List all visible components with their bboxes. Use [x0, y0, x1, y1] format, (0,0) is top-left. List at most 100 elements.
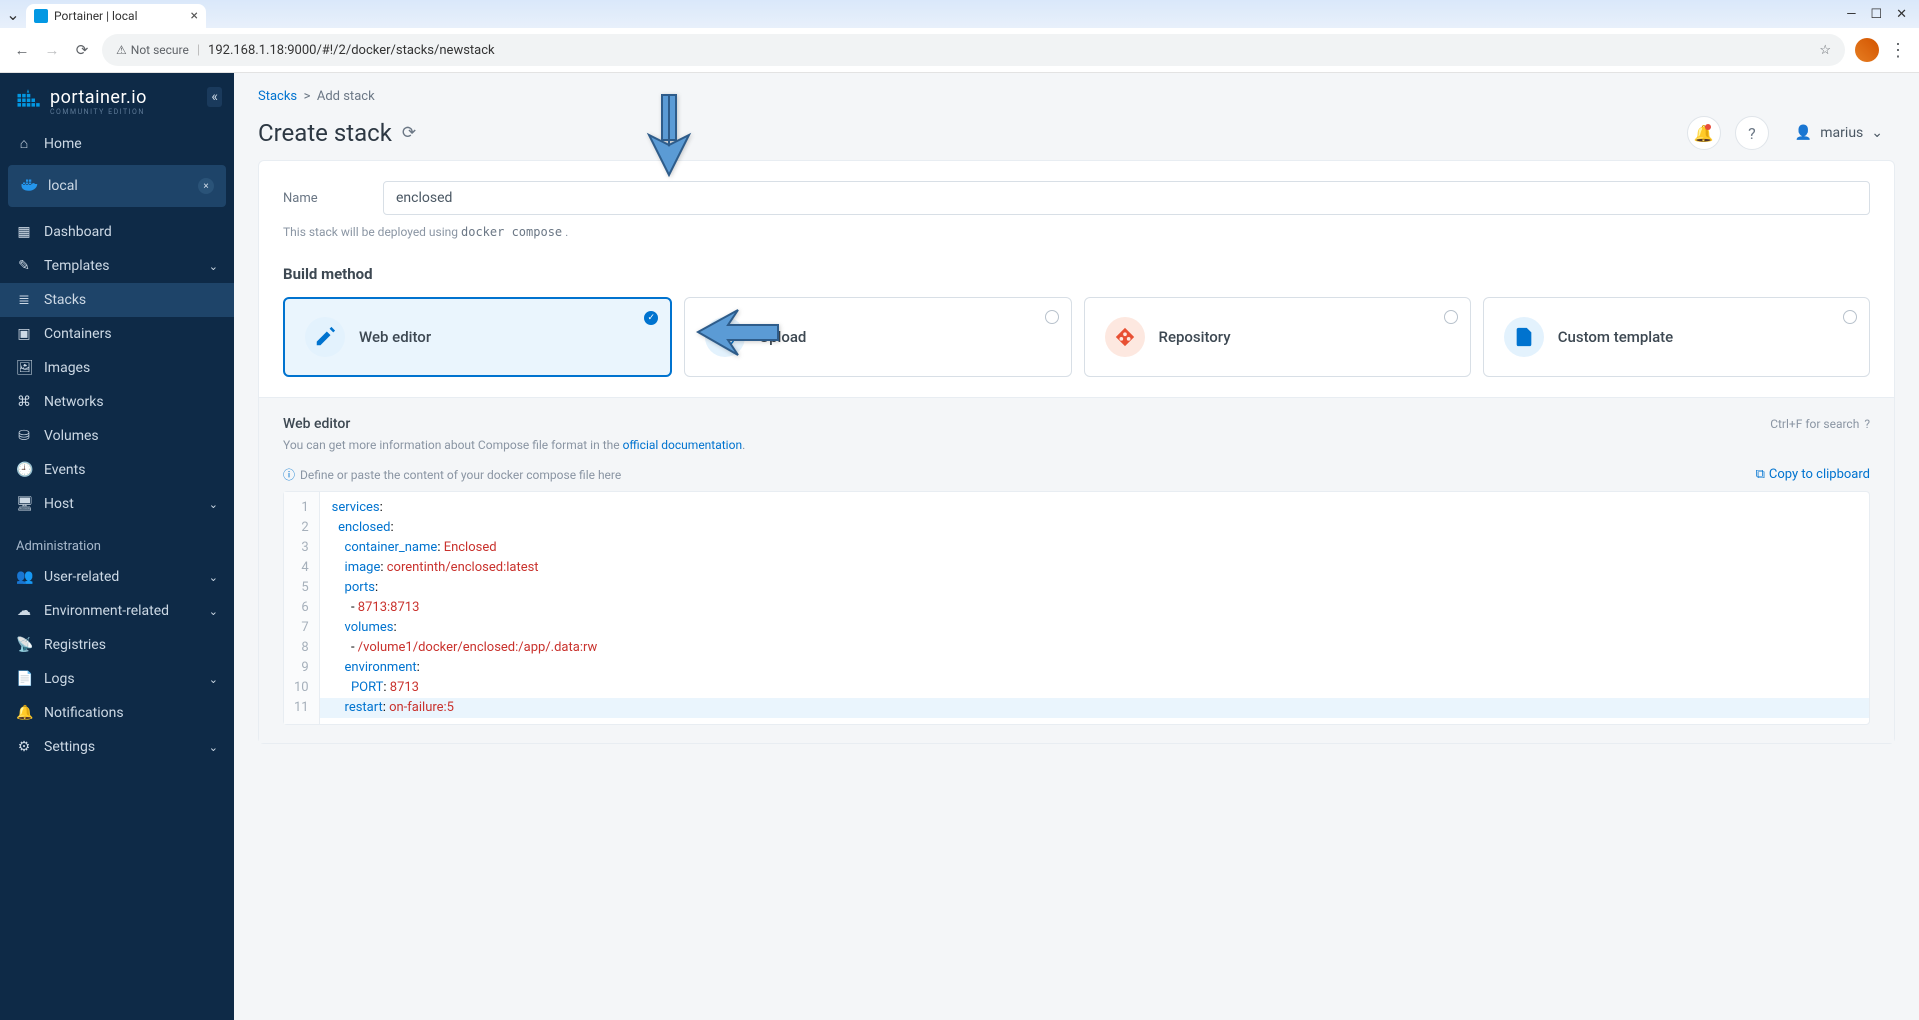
code-line: container_name: Enclosed	[332, 538, 1857, 558]
browser-tab[interactable]: Portainer | local ×	[26, 4, 206, 28]
code-line: - /volume1/docker/enclosed:/app/.data:rw	[332, 638, 1857, 658]
radio-icon: ✓	[644, 311, 658, 325]
sidebar-item-host[interactable]: 🖥Host⌄	[0, 487, 234, 521]
code-line: restart: on-failure:5	[320, 698, 1869, 718]
nav-icon: 🔔	[16, 705, 32, 721]
sidebar-item-notifications[interactable]: 🔔Notifications	[0, 696, 234, 730]
editor-title: Web editor	[283, 416, 350, 432]
copy-clipboard-button[interactable]: ⧉ Copy to clipboard	[1756, 467, 1870, 482]
close-icon[interactable]: ×	[191, 8, 198, 24]
help-icon[interactable]: ?	[1864, 417, 1870, 431]
notification-dot	[1705, 124, 1711, 130]
web-editor-section: Web editor Ctrl+F for search ? You can g…	[259, 397, 1894, 743]
sidebar-item-stacks[interactable]: ≣Stacks	[0, 283, 234, 317]
nav-icon: 🖥	[16, 496, 32, 512]
tab-favicon-icon	[34, 9, 48, 23]
help-button[interactable]: ?	[1735, 116, 1769, 150]
sidebar-item-templates[interactable]: ✎Templates⌄	[0, 249, 234, 283]
notifications-button[interactable]: 🔔	[1687, 116, 1721, 150]
sidebar-item-home[interactable]: ⌂ Home	[0, 126, 234, 161]
brand-edition: COMMUNITY EDITION	[50, 108, 147, 116]
window-controls: — ☐ ✕	[1846, 7, 1915, 22]
collapse-sidebar-icon[interactable]: «	[207, 87, 222, 107]
bookmark-icon[interactable]: ☆	[1819, 43, 1831, 58]
nav-icon: 👥	[16, 569, 32, 585]
sidebar-item-events[interactable]: 🕘Events	[0, 453, 234, 487]
sidebar: portainer.io COMMUNITY EDITION « ⌂ Home …	[0, 73, 234, 1020]
profile-avatar[interactable]	[1855, 38, 1879, 62]
build-method-web-editor[interactable]: Web editor✓	[283, 297, 672, 377]
main-content: Stacks > Add stack Create stack ⟳ 🔔 ?	[234, 73, 1919, 1020]
chevron-down-icon: ⌄	[209, 741, 218, 754]
sidebar-item-logs[interactable]: 📄Logs⌄	[0, 662, 234, 696]
breadcrumb-root[interactable]: Stacks	[258, 89, 297, 104]
code-line: environment:	[332, 658, 1857, 678]
build-method-repository[interactable]: Repository	[1084, 297, 1471, 377]
maximize-icon[interactable]: ☐	[1870, 7, 1882, 22]
page-title: Create stack ⟳	[258, 119, 416, 147]
method-icon	[305, 317, 345, 357]
security-indicator[interactable]: ⚠ Not secure	[116, 43, 189, 57]
sidebar-item-containers[interactable]: ▣Containers	[0, 317, 234, 351]
sidebar-environment[interactable]: local ×	[8, 165, 226, 207]
build-method-title: Build method	[283, 265, 1870, 283]
sidebar-item-environment-related[interactable]: ☁Environment-related⌄	[0, 594, 234, 628]
url-text: 192.168.1.18:9000/#!/2/docker/stacks/new…	[208, 43, 495, 58]
chevron-down-icon: ⌄	[209, 605, 218, 618]
nav-icon: 🕘	[16, 462, 32, 478]
sidebar-item-settings[interactable]: ⚙Settings⌄	[0, 730, 234, 764]
nav-icon: ✎	[16, 258, 32, 274]
minimize-icon[interactable]: —	[1846, 7, 1856, 22]
nav-icon: ☁	[16, 603, 32, 619]
radio-icon	[1444, 310, 1458, 324]
sidebar-item-registries[interactable]: 📡Registries	[0, 628, 234, 662]
deploy-help-text: This stack will be deployed using docker…	[283, 225, 1870, 239]
code-line: ports:	[332, 578, 1857, 598]
nav-icon: ▣	[16, 326, 32, 342]
sidebar-item-dashboard[interactable]: ▦Dashboard	[0, 215, 234, 249]
browser-tab-bar: ⌄ Portainer | local × — ☐ ✕	[0, 0, 1919, 28]
info-icon: ⓘ	[283, 466, 295, 483]
line-gutter: 1234567891011	[284, 492, 320, 724]
chevron-down-icon: ⌄	[209, 498, 218, 511]
code-line: services:	[332, 498, 1857, 518]
nav-icon: ⌘	[16, 394, 32, 410]
close-env-icon[interactable]: ×	[198, 178, 214, 194]
user-icon: 👤	[1795, 125, 1812, 141]
compose-code-editor[interactable]: 1234567891011 services: enclosed: contai…	[283, 491, 1870, 725]
sidebar-item-volumes[interactable]: ⛁Volumes	[0, 419, 234, 453]
chevron-down-icon: ⌄	[1871, 125, 1883, 141]
help-icon: ?	[1748, 124, 1756, 143]
docker-icon	[20, 175, 36, 197]
nav-icon: ≣	[16, 292, 32, 308]
tab-title: Portainer | local	[54, 9, 138, 23]
address-bar[interactable]: ⚠ Not secure | 192.168.1.18:9000/#!/2/do…	[102, 34, 1845, 66]
nav-icon: 📡	[16, 637, 32, 653]
sidebar-item-user-related[interactable]: 👥User-related⌄	[0, 560, 234, 594]
warning-icon: ⚠	[116, 43, 127, 57]
build-method-upload[interactable]: Upload	[684, 297, 1071, 377]
back-icon[interactable]: ←	[12, 41, 32, 59]
refresh-icon[interactable]: ⟳	[402, 123, 416, 143]
forward-icon[interactable]: →	[42, 41, 62, 59]
sidebar-item-images[interactable]: 🖼Images	[0, 351, 234, 385]
user-menu[interactable]: 👤 marius ⌄	[1783, 119, 1895, 147]
close-window-icon[interactable]: ✕	[1896, 7, 1907, 22]
breadcrumb-current: Add stack	[317, 89, 375, 104]
sidebar-item-networks[interactable]: ⌘Networks	[0, 385, 234, 419]
sidebar-logo[interactable]: portainer.io COMMUNITY EDITION «	[0, 73, 234, 126]
stack-name-input[interactable]	[383, 181, 1870, 215]
browser-menu-icon[interactable]: ⋮	[1889, 40, 1907, 61]
reload-icon[interactable]: ⟳	[72, 41, 92, 59]
tab-dropdown-icon[interactable]: ⌄	[4, 5, 22, 24]
radio-icon	[1843, 310, 1857, 324]
method-icon	[1105, 317, 1145, 357]
build-method-custom-template[interactable]: Custom template	[1483, 297, 1870, 377]
breadcrumb: Stacks > Add stack	[258, 89, 1895, 104]
chevron-down-icon: ⌄	[209, 571, 218, 584]
docs-link[interactable]: official documentation	[623, 438, 743, 452]
method-icon	[705, 317, 745, 357]
code-line: PORT: 8713	[332, 678, 1857, 698]
brand-name: portainer.io	[50, 87, 147, 108]
nav-icon: ⛁	[16, 428, 32, 444]
